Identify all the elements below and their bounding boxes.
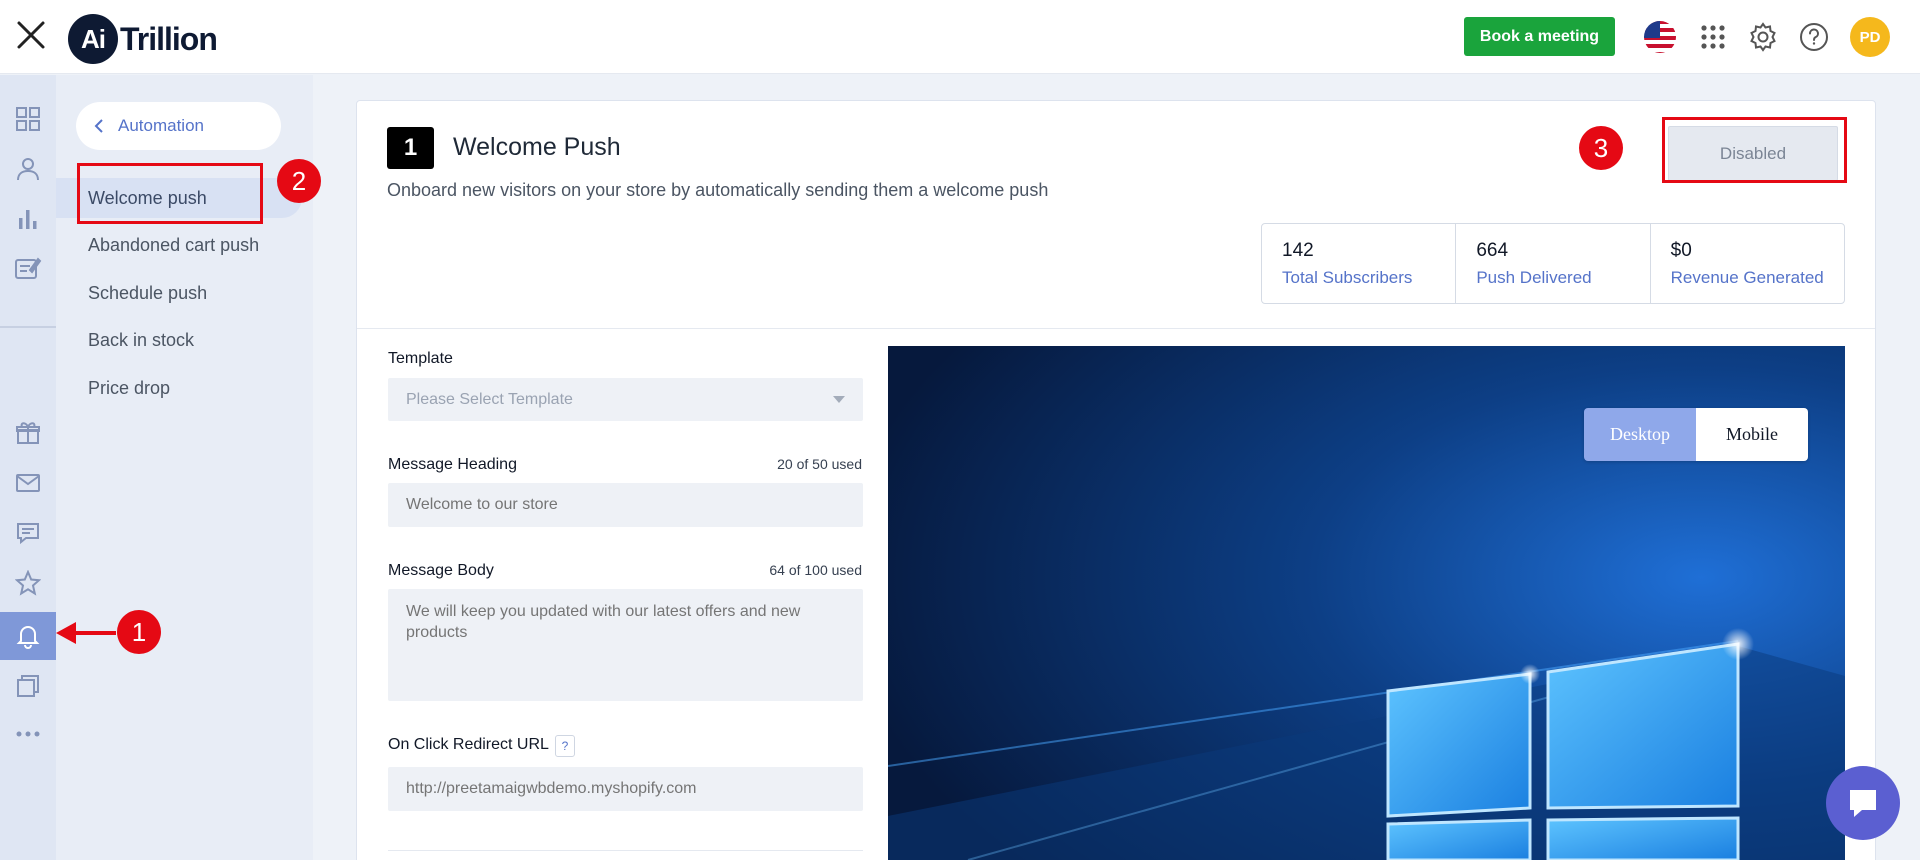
pages-icon[interactable] <box>0 662 56 710</box>
mail-icon[interactable] <box>0 459 56 507</box>
annotation-number-3: 3 <box>1579 126 1623 170</box>
stat-value: 142 <box>1282 240 1314 261</box>
back-to-automation-button[interactable]: Automation <box>76 102 281 150</box>
redirect-url-help-icon[interactable]: ? <box>555 735 575 757</box>
more-icon[interactable] <box>0 710 56 758</box>
desktop-toggle-button[interactable]: Desktop <box>1584 408 1696 461</box>
message-body-textarea[interactable] <box>388 589 863 701</box>
annotation-number-1: 1 <box>117 610 161 654</box>
gift-icon[interactable] <box>0 409 56 457</box>
caret-down-icon <box>833 395 845 403</box>
chat-icon[interactable] <box>0 509 56 557</box>
message-body-count: 64 of 100 used <box>769 562 862 578</box>
step-number: 1 <box>387 127 434 169</box>
stat-value: $0 <box>1670 240 1692 261</box>
template-select[interactable]: Please Select Template <box>388 378 863 421</box>
redirect-url-label: On Click Redirect URL <box>388 736 549 753</box>
user-icon[interactable] <box>0 145 56 193</box>
stat-label: Push Delivered <box>1476 268 1592 287</box>
stat-revenue-generated: $0 Revenue Generated <box>1651 224 1844 303</box>
template-placeholder: Please Select Template <box>406 390 573 408</box>
subnav-item-schedule-push[interactable]: Schedule push <box>56 273 313 313</box>
icon-rail <box>0 75 56 860</box>
apps-grid-icon[interactable] <box>1695 19 1731 55</box>
section-divider <box>357 328 1875 329</box>
stat-label: Total Subscribers <box>1282 268 1413 287</box>
close-icon[interactable] <box>14 18 48 52</box>
annotation-arrow-icon <box>56 622 116 644</box>
dashboard-icon[interactable] <box>0 95 56 143</box>
logo-mark: Ai <box>68 14 118 64</box>
message-heading-input[interactable] <box>388 483 863 527</box>
stat-label: Revenue Generated <box>1670 268 1824 287</box>
gear-icon[interactable] <box>1745 19 1781 55</box>
chat-bubble-icon <box>1850 790 1876 817</box>
annotation-number-2: 2 <box>277 159 321 203</box>
bar-chart-icon[interactable] <box>0 195 56 243</box>
message-heading-count: 20 of 50 used <box>777 456 862 472</box>
form-bottom-divider <box>388 850 863 851</box>
chevron-left-icon <box>94 119 103 133</box>
logo-text: Trillion <box>120 20 218 57</box>
subnav-item-back-in-stock[interactable]: Back in stock <box>56 320 313 360</box>
logo: Ai Trillion <box>68 14 218 64</box>
bell-icon[interactable] <box>0 612 56 660</box>
redirect-url-input[interactable] <box>388 767 863 811</box>
annotation-box-2 <box>77 163 263 224</box>
help-icon[interactable] <box>1796 19 1832 55</box>
avatar[interactable]: PD <box>1850 17 1890 57</box>
page-subtitle: Onboard new visitors on your store by au… <box>387 180 1049 200</box>
annotation-box-3 <box>1662 117 1847 183</box>
template-label: Template <box>388 350 453 367</box>
subnav-item-price-drop[interactable]: Price drop <box>56 368 313 408</box>
mobile-toggle-button[interactable]: Mobile <box>1696 408 1808 461</box>
stat-value: 664 <box>1476 240 1509 261</box>
message-body-label: Message Body <box>388 562 494 579</box>
us-flag-icon[interactable] <box>1642 19 1678 55</box>
stat-total-subscribers: 142 Total Subscribers <box>1262 224 1457 303</box>
page-title: Welcome Push <box>453 133 621 161</box>
back-label: Automation <box>118 116 204 135</box>
stats-panel: 142 Total Subscribers 664 Push Delivered… <box>1261 223 1845 304</box>
book-meeting-button[interactable]: Book a meeting <box>1464 17 1615 56</box>
rail-divider <box>0 326 56 328</box>
preview-device-toggle: Desktop Mobile <box>1584 408 1808 461</box>
top-bar: Ai Trillion Book a meeting PD <box>0 0 1920 74</box>
message-heading-label: Message Heading <box>388 456 517 473</box>
star-icon[interactable] <box>0 559 56 607</box>
stat-push-delivered: 664 Push Delivered <box>1456 224 1651 303</box>
edit-note-icon[interactable] <box>0 245 56 293</box>
subnav-item-abandoned-cart-push[interactable]: Abandoned cart push <box>56 225 313 265</box>
support-chat-button[interactable] <box>1826 766 1900 840</box>
